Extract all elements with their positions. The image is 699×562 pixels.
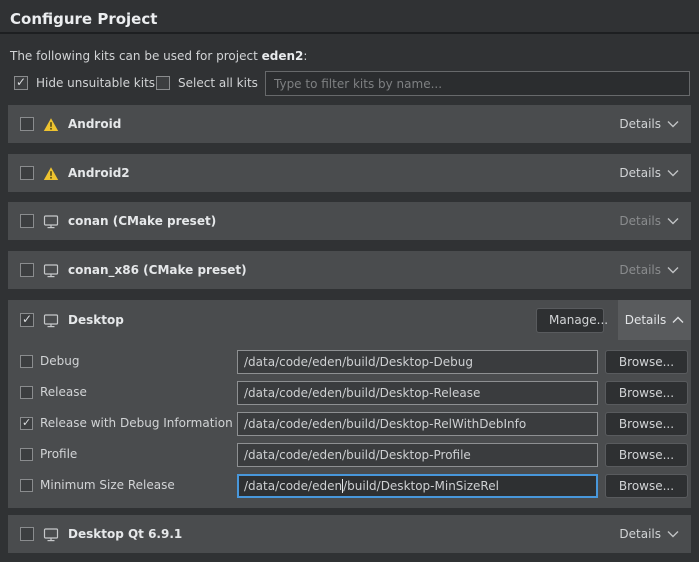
page-title: Configure Project [10,10,157,28]
kit-header: Android2 Details [8,154,691,192]
project-name: eden2 [262,49,304,63]
config-checkbox[interactable] [20,386,33,399]
build-dir-input[interactable]: /data/code/eden/build/Desktop-Debug [237,350,598,374]
kit-row-android2: Android2 Details [8,154,691,192]
details-toggle-expanded[interactable]: Details [618,300,691,340]
browse-button[interactable]: Browse... [605,412,688,436]
chevron-down-icon [667,529,679,539]
kit-name: conan_x86 (CMake preset) [68,263,247,277]
config-label: Release [40,385,87,399]
config-checkbox[interactable] [20,448,33,461]
details-toggle[interactable]: Details [619,105,691,143]
kit-header: Android Details [8,105,691,143]
chevron-down-icon [667,265,679,275]
kit-header: Desktop Qt 6.9.1 Details [8,515,691,553]
kit-row-conan: conan (CMake preset) Details [8,202,691,240]
build-dir-input[interactable]: /data/code/eden/build/Desktop-RelWithDeb… [237,412,598,436]
config-label: Profile [40,447,77,461]
build-dir-value: /data/code/eden/build/Desktop-RelWithDeb… [244,417,526,431]
kit-header: Desktop Manage... Details [8,300,691,340]
filter-kits-input[interactable] [265,71,690,96]
browse-button[interactable]: Browse... [605,381,688,405]
config-row-profile: Profile /data/code/eden/build/Desktop-Pr… [8,443,691,467]
config-checkbox[interactable] [20,479,33,492]
intro-after: : [303,49,307,63]
kit-row-android: Android Details [8,105,691,143]
kit-header: conan (CMake preset) Details [8,202,691,240]
details-toggle[interactable]: Details [619,154,691,192]
config-row-minsizerel: Minimum Size Release /data/code/eden/bui… [8,474,691,498]
config-row-release: Release /data/code/eden/build/Desktop-Re… [8,381,691,405]
warning-icon [43,117,59,132]
build-dir-input-focused[interactable]: /data/code/eden/build/Desktop-MinSizeRel [237,474,598,498]
config-checkbox[interactable] [20,417,33,430]
details-label: Details [619,263,661,277]
kit-checkbox[interactable] [20,166,34,180]
config-row-debug: Debug /data/code/eden/build/Desktop-Debu… [8,350,691,374]
chevron-down-icon [667,119,679,129]
kit-controls: Hide unsuitable kits Select all kits [0,70,699,97]
browse-button[interactable]: Browse... [605,474,688,498]
kit-name: Android2 [68,166,130,180]
details-label: Details [619,527,661,541]
kit-name: Desktop Qt 6.9.1 [68,527,182,541]
title-separator [0,32,699,34]
kit-checkbox[interactable] [20,313,34,327]
kit-checkbox[interactable] [20,117,34,131]
checkbox-checked-icon[interactable] [14,76,28,90]
hide-unsuitable-kits-label: Hide unsuitable kits [36,76,155,90]
desktop-icon [43,527,59,542]
chevron-down-icon [667,216,679,226]
build-dir-value: /data/code/eden/build/Desktop-Debug [244,355,473,369]
manage-kits-button[interactable]: Manage... [536,308,604,333]
kit-name: Android [68,117,121,131]
build-dir-value-before-caret: /data/code/eden [244,479,342,493]
kit-row-desktop: Desktop Manage... Details Debug /data/co… [8,300,691,508]
configure-project-page: { "page": { "title": "Configure Project"… [0,0,699,562]
build-dir-value-after-caret: /build/Desktop-MinSizeRel [343,479,499,493]
browse-button[interactable]: Browse... [605,350,688,374]
details-label: Details [619,214,661,228]
desktop-icon [43,214,59,229]
desktop-icon [43,313,59,328]
kit-checkbox[interactable] [20,527,34,541]
desktop-icon [43,263,59,278]
kit-name: Desktop [68,313,124,327]
select-all-kits-label: Select all kits [178,76,258,90]
chevron-up-icon [672,315,684,325]
kit-name: conan (CMake preset) [68,214,216,228]
kit-checkbox[interactable] [20,263,34,277]
details-toggle[interactable]: Details [619,515,691,553]
details-label: Details [619,166,661,180]
config-checkbox[interactable] [20,355,33,368]
kit-row-desktop-qt: Desktop Qt 6.9.1 Details [8,515,691,553]
kit-checkbox[interactable] [20,214,34,228]
build-dir-input[interactable]: /data/code/eden/build/Desktop-Release [237,381,598,405]
details-label: Details [625,313,667,327]
select-all-kits-checkbox[interactable]: Select all kits [156,76,258,90]
details-toggle[interactable]: Details [619,251,691,289]
build-dir-value: /data/code/eden/build/Desktop-Profile [244,448,471,462]
details-label: Details [619,117,661,131]
kit-row-conan-x86: conan_x86 (CMake preset) Details [8,251,691,289]
config-row-relwithdebinfo: Release with Debug Information /data/cod… [8,412,691,436]
kit-header: conan_x86 (CMake preset) Details [8,251,691,289]
config-label: Minimum Size Release [40,478,175,492]
config-label: Release with Debug Information [40,416,233,430]
chevron-down-icon [667,168,679,178]
build-dir-input[interactable]: /data/code/eden/build/Desktop-Profile [237,443,598,467]
hide-unsuitable-kits-checkbox[interactable]: Hide unsuitable kits [14,76,155,90]
build-dir-value: /data/code/eden/build/Desktop-Release [244,386,480,400]
intro-text: The following kits can be used for proje… [10,49,307,63]
intro-before: The following kits can be used for proje… [10,49,262,63]
config-label: Debug [40,354,79,368]
details-toggle[interactable]: Details [619,202,691,240]
browse-button[interactable]: Browse... [605,443,688,467]
checkbox-unchecked-icon[interactable] [156,76,170,90]
warning-icon [43,166,59,181]
